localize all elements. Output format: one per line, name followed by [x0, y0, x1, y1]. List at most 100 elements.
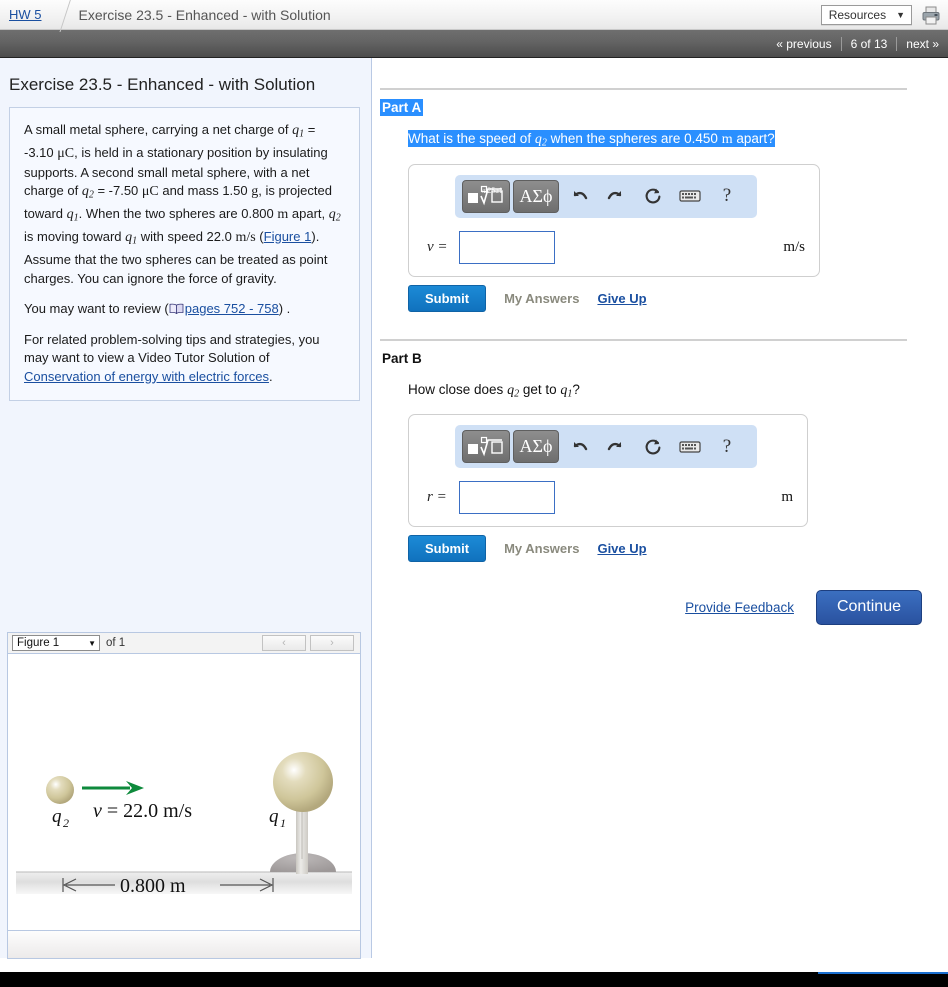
tips-paragraph: For related problem-solving tips and str… — [24, 331, 344, 387]
breadcrumb-separator — [47, 0, 65, 30]
part-a-answer-input[interactable] — [459, 230, 555, 264]
figure-select-dropdown[interactable]: Figure 1 ▼ — [12, 635, 100, 651]
svg-text:2: 2 — [63, 816, 69, 830]
problem-paragraph: A small metal sphere, carrying a net cha… — [24, 122, 341, 286]
bottom-blue-line — [818, 972, 948, 974]
part-a-question: What is the speed of q2 when the spheres… — [408, 130, 947, 152]
help-question-icon[interactable]: ? — [710, 430, 744, 463]
right-answer-panel: Part A What is the speed of q2 when the … — [372, 58, 947, 958]
symbol-q1-c: q1 — [125, 230, 138, 247]
breadcrumb-title: Exercise 23.5 - Enhanced - with Solution — [78, 6, 331, 23]
greek-symbols-button[interactable]: ΑΣϕ — [513, 430, 559, 463]
next-link[interactable]: next » — [897, 37, 948, 51]
unit-microcoulomb-2: μC — [141, 184, 159, 199]
symbol-q2-partb: q2 — [507, 382, 520, 400]
part-b-buttons: Submit My Answers Give Up — [408, 535, 947, 562]
keyboard-icon[interactable] — [673, 430, 707, 463]
part-b-answer-box: ΑΣϕ ? r = m — [408, 414, 808, 527]
part-a-answer-row: v = m/s — [409, 230, 819, 264]
symbol-q2-a: q2 — [81, 184, 94, 201]
part-a-my-answers-link[interactable]: My Answers — [504, 291, 579, 306]
figure-footer — [7, 931, 361, 959]
problem-text-7: . When the two spheres are 0.800 — [78, 206, 278, 221]
part-a-give-up-link[interactable]: Give Up — [597, 291, 646, 306]
reset-circular-arrow-icon[interactable] — [636, 180, 670, 213]
breadcrumb-home-link[interactable]: HW 5 — [9, 7, 42, 22]
previous-link[interactable]: « previous — [767, 37, 840, 51]
part-b-question: How close does q2 get to q1? — [408, 381, 947, 403]
review-pages-link[interactable]: pages 752 - 758 — [185, 301, 279, 316]
figure-next-button[interactable]: › — [310, 635, 354, 651]
redo-arrow-icon[interactable] — [599, 430, 633, 463]
unit-meter-1: m — [277, 207, 289, 222]
part-b-q-post: ? — [572, 381, 580, 397]
part-a-section: Part A What is the speed of q2 when the … — [372, 58, 947, 312]
page-title: Exercise 23.5 - Enhanced - with Solution — [9, 75, 316, 94]
left-problem-panel: Exercise 23.5 - Enhanced - with Solution… — [0, 58, 372, 959]
part-a-answer-box: \u25a1 ΑΣϕ ? v = m/s — [408, 163, 820, 277]
svg-text:q: q — [269, 806, 279, 827]
redo-arrow-icon[interactable] — [599, 180, 633, 213]
chevron-down-icon: ▼ — [88, 638, 96, 648]
figure-1-link[interactable]: Figure 1 — [264, 229, 312, 244]
review-paragraph: You may want to review (pages 752 - 758)… — [24, 300, 344, 319]
figure-image: q 2 q 1 v = 22.0 m/s 0.800 m — [7, 654, 361, 931]
bottom-black-strip — [0, 972, 948, 987]
part-b-q-mid: get to — [519, 381, 561, 397]
svg-text:0.800 m: 0.800 m — [120, 875, 186, 897]
tips-suffix: . — [268, 368, 273, 384]
symbol-q1-partb: q1 — [560, 382, 573, 400]
part-b-label: Part B — [382, 350, 422, 366]
svg-text:v = 22.0 m/s: v = 22.0 m/s — [93, 800, 192, 822]
figure-select-value: Figure 1 — [17, 637, 60, 649]
part-a-unit-label: m/s — [783, 238, 805, 255]
figure-count-label: of 1 — [106, 637, 126, 649]
problem-text-5: and mass 1.50 — [158, 183, 252, 198]
problem-text-4: = -7.50 — [93, 183, 142, 198]
continue-button[interactable]: Continue — [815, 590, 922, 625]
part-b-my-answers-link[interactable]: My Answers — [504, 541, 579, 556]
page-counter: 6 of 13 — [850, 36, 888, 51]
part-b-give-up-link[interactable]: Give Up — [597, 541, 646, 556]
part-a-label: Part A — [380, 99, 424, 116]
top-breadcrumb-bar: HW 5 Exercise 23.5 - Enhanced - with Sol… — [0, 0, 948, 30]
provide-feedback-link[interactable]: Provide Feedback — [685, 600, 794, 615]
problem-text-1: A small metal sphere, carrying a net cha… — [24, 122, 293, 137]
unit-meters-per-second: m/s — [235, 230, 256, 245]
part-a-buttons: Submit My Answers Give Up — [408, 284, 947, 312]
resources-label: Resources — [828, 8, 887, 22]
symbol-q1-a: q1 — [292, 123, 305, 140]
resources-dropdown[interactable]: Resources ▼ — [820, 5, 912, 25]
part-b-q-pre: How close does — [408, 381, 508, 397]
figure-toolbar: Figure 1 ▼ of 1 ‹ › — [7, 632, 361, 654]
symbol-q1-b: q1 — [66, 207, 79, 224]
part-b-submit-button[interactable]: Submit — [408, 535, 487, 562]
part-a-submit-button[interactable]: Submit — [408, 284, 487, 312]
footer-actions: Provide Feedback Continue — [372, 590, 922, 625]
main-content: Exercise 23.5 - Enhanced - with Solution… — [0, 58, 948, 959]
part-b-answer-row: r = m — [409, 481, 807, 514]
printer-icon[interactable] — [920, 4, 942, 26]
part-b-answer-symbol: r = — [427, 489, 447, 505]
part-b-math-toolbar: ΑΣϕ ? — [455, 425, 757, 468]
book-icon — [169, 301, 184, 315]
undo-arrow-icon[interactable] — [562, 430, 596, 463]
keyboard-icon[interactable] — [673, 180, 707, 213]
tips-prefix: For related problem-solving tips and str… — [24, 331, 320, 366]
greek-symbols-button[interactable]: ΑΣϕ — [513, 179, 559, 213]
video-tutor-link[interactable]: Conservation of energy with electric for… — [24, 369, 269, 384]
part-a-answer-symbol: v = — [427, 238, 448, 255]
part-b-answer-input[interactable] — [459, 481, 555, 514]
svg-text:1: 1 — [280, 816, 286, 830]
help-question-icon[interactable]: ? — [710, 180, 744, 213]
template-root-icon[interactable]: \u25a1 — [462, 179, 510, 213]
part-a-question-text: What is the speed of q2 when the spheres… — [408, 130, 775, 149]
problem-text-8: apart, — [288, 206, 329, 221]
problem-text-9: is moving toward — [24, 229, 126, 244]
review-prefix: You may want to review ( — [24, 301, 169, 316]
undo-arrow-icon[interactable] — [562, 180, 596, 213]
template-root-icon[interactable] — [462, 430, 510, 463]
reset-circular-arrow-icon[interactable] — [636, 430, 670, 463]
figure-prev-button[interactable]: ‹ — [262, 635, 306, 651]
svg-text:q: q — [52, 806, 62, 827]
